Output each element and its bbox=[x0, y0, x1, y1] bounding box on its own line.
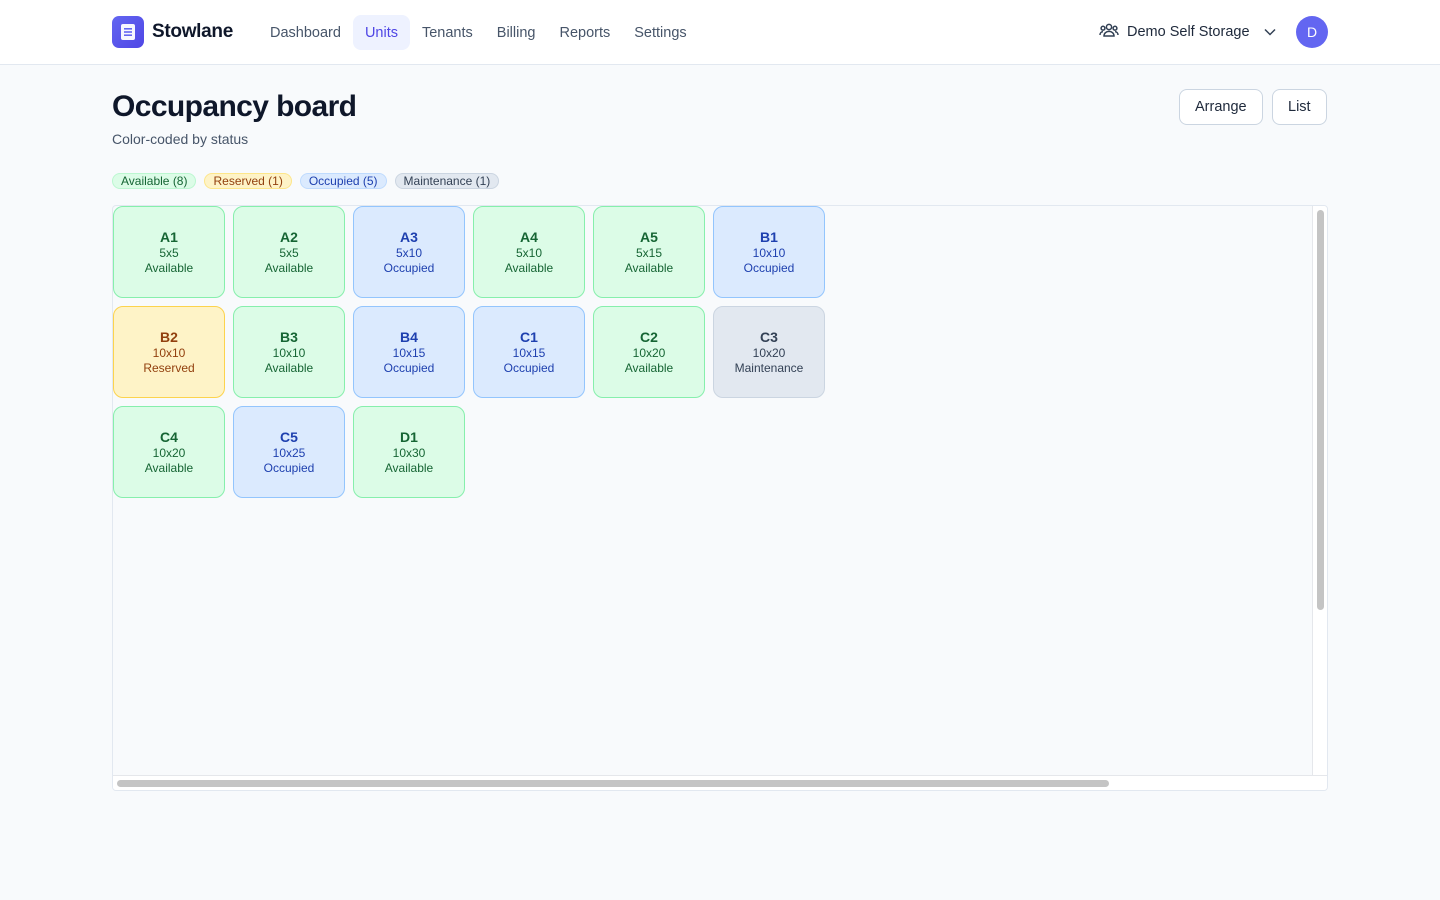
unit-name: B3 bbox=[280, 328, 298, 345]
unit-tile-b3[interactable]: B3 10x10 Available bbox=[233, 306, 345, 398]
unit-name: A1 bbox=[160, 228, 178, 245]
unit-name: A5 bbox=[640, 228, 658, 245]
unit-tile-c1[interactable]: C1 10x15 Occupied bbox=[473, 306, 585, 398]
page-title: Occupancy board bbox=[112, 90, 357, 123]
unit-size: 10x10 bbox=[152, 345, 186, 360]
unit-status: Occupied bbox=[263, 460, 315, 475]
unit-tile-d1[interactable]: D1 10x30 Available bbox=[353, 406, 465, 498]
unit-name: C2 bbox=[640, 328, 658, 345]
unit-size: 5x15 bbox=[635, 245, 663, 260]
unit-status: Maintenance bbox=[734, 360, 804, 375]
unit-status: Available bbox=[144, 260, 194, 275]
unit-tile-b4[interactable]: B4 10x15 Occupied bbox=[353, 306, 465, 398]
unit-size: 5x10 bbox=[515, 245, 543, 260]
nav-item-reports[interactable]: Reports bbox=[547, 15, 622, 50]
unit-size: 10x15 bbox=[512, 345, 546, 360]
occupancy-board[interactable]: A1 5x5 Available A2 5x5 Available A3 5x1… bbox=[112, 205, 1328, 791]
status-legend: Available (8) Reserved (1) Occupied (5) … bbox=[112, 173, 500, 189]
unit-tile-c3[interactable]: C3 10x20 Maintenance bbox=[713, 306, 825, 398]
unit-status: Available bbox=[384, 460, 434, 475]
users-icon bbox=[1099, 22, 1119, 42]
chevron-down-icon bbox=[1263, 24, 1276, 40]
unit-status: Available bbox=[504, 260, 554, 275]
unit-size: 10x15 bbox=[392, 345, 426, 360]
unit-name: A2 bbox=[280, 228, 298, 245]
document-list-icon bbox=[112, 16, 144, 48]
nav-item-settings[interactable]: Settings bbox=[622, 15, 698, 50]
unit-size: 10x20 bbox=[152, 445, 186, 460]
unit-tile-a2[interactable]: A2 5x5 Available bbox=[233, 206, 345, 298]
unit-size: 10x10 bbox=[752, 245, 786, 260]
unit-tile-c2[interactable]: C2 10x20 Available bbox=[593, 306, 705, 398]
unit-name: A4 bbox=[520, 228, 538, 245]
unit-status: Occupied bbox=[383, 260, 435, 275]
unit-tile-b1[interactable]: B1 10x10 Occupied bbox=[713, 206, 825, 298]
unit-size: 10x20 bbox=[632, 345, 666, 360]
unit-size: 10x30 bbox=[392, 445, 426, 460]
brand[interactable]: Stowlane bbox=[112, 16, 233, 48]
unit-name: C3 bbox=[760, 328, 778, 345]
nav-item-units[interactable]: Units bbox=[352, 15, 410, 50]
unit-size: 10x10 bbox=[272, 345, 306, 360]
unit-size: 10x20 bbox=[752, 345, 786, 360]
unit-tile-a4[interactable]: A4 5x10 Available bbox=[473, 206, 585, 298]
top-nav-bar: Stowlane Dashboard Units Tenants Billing… bbox=[0, 0, 1440, 65]
page-subtitle: Color-coded by status bbox=[112, 131, 249, 147]
nav-item-tenants[interactable]: Tenants bbox=[410, 15, 485, 50]
unit-tile-c5[interactable]: C5 10x25 Occupied bbox=[233, 406, 345, 498]
unit-name: C1 bbox=[520, 328, 538, 345]
unit-status: Available bbox=[144, 460, 194, 475]
unit-status: Reserved bbox=[143, 360, 195, 375]
unit-name: C5 bbox=[280, 428, 298, 445]
unit-name: B1 bbox=[760, 228, 778, 245]
unit-name: B4 bbox=[400, 328, 418, 345]
main-nav: Dashboard Units Tenants Billing Reports … bbox=[258, 15, 699, 50]
unit-tile-a5[interactable]: A5 5x15 Available bbox=[593, 206, 705, 298]
list-view-button[interactable]: List bbox=[1272, 89, 1327, 125]
unit-size: 5x5 bbox=[159, 245, 179, 260]
unit-size: 10x25 bbox=[272, 445, 306, 460]
vertical-scrollbar[interactable] bbox=[1312, 206, 1327, 776]
unit-tile-a1[interactable]: A1 5x5 Available bbox=[113, 206, 225, 298]
unit-size: 5x10 bbox=[395, 245, 423, 260]
unit-tile-c4[interactable]: C4 10x20 Available bbox=[113, 406, 225, 498]
unit-tile-b2[interactable]: B2 10x10 Reserved bbox=[113, 306, 225, 398]
horizontal-scrollbar-thumb[interactable] bbox=[117, 780, 1109, 787]
app-name: Stowlane bbox=[152, 21, 234, 42]
legend-chip-reserved[interactable]: Reserved (1) bbox=[204, 173, 292, 189]
unit-status: Occupied bbox=[743, 260, 795, 275]
unit-grid: A1 5x5 Available A2 5x5 Available A3 5x1… bbox=[113, 206, 1313, 776]
unit-status: Occupied bbox=[503, 360, 555, 375]
unit-name: D1 bbox=[400, 428, 418, 445]
unit-name: A3 bbox=[400, 228, 418, 245]
unit-status: Available bbox=[624, 360, 674, 375]
unit-tile-a3[interactable]: A3 5x10 Occupied bbox=[353, 206, 465, 298]
unit-status: Available bbox=[264, 260, 314, 275]
unit-size: 5x5 bbox=[279, 245, 299, 260]
unit-name: B2 bbox=[160, 328, 178, 345]
unit-status: Occupied bbox=[383, 360, 435, 375]
org-switcher[interactable]: Demo Self Storage bbox=[1099, 20, 1276, 44]
user-avatar[interactable]: D bbox=[1296, 16, 1328, 48]
org-name: Demo Self Storage bbox=[1127, 24, 1250, 40]
horizontal-scrollbar[interactable] bbox=[113, 775, 1327, 790]
arrange-button[interactable]: Arrange bbox=[1179, 89, 1263, 125]
unit-status: Available bbox=[264, 360, 314, 375]
legend-chip-maintenance[interactable]: Maintenance (1) bbox=[394, 173, 500, 189]
legend-chip-occupied[interactable]: Occupied (5) bbox=[299, 173, 387, 189]
vertical-scrollbar-thumb[interactable] bbox=[1317, 210, 1324, 610]
nav-item-billing[interactable]: Billing bbox=[485, 15, 548, 50]
unit-name: C4 bbox=[160, 428, 178, 445]
legend-chip-available[interactable]: Available (8) bbox=[112, 173, 197, 189]
nav-item-dashboard[interactable]: Dashboard bbox=[258, 15, 353, 50]
unit-status: Available bbox=[624, 260, 674, 275]
